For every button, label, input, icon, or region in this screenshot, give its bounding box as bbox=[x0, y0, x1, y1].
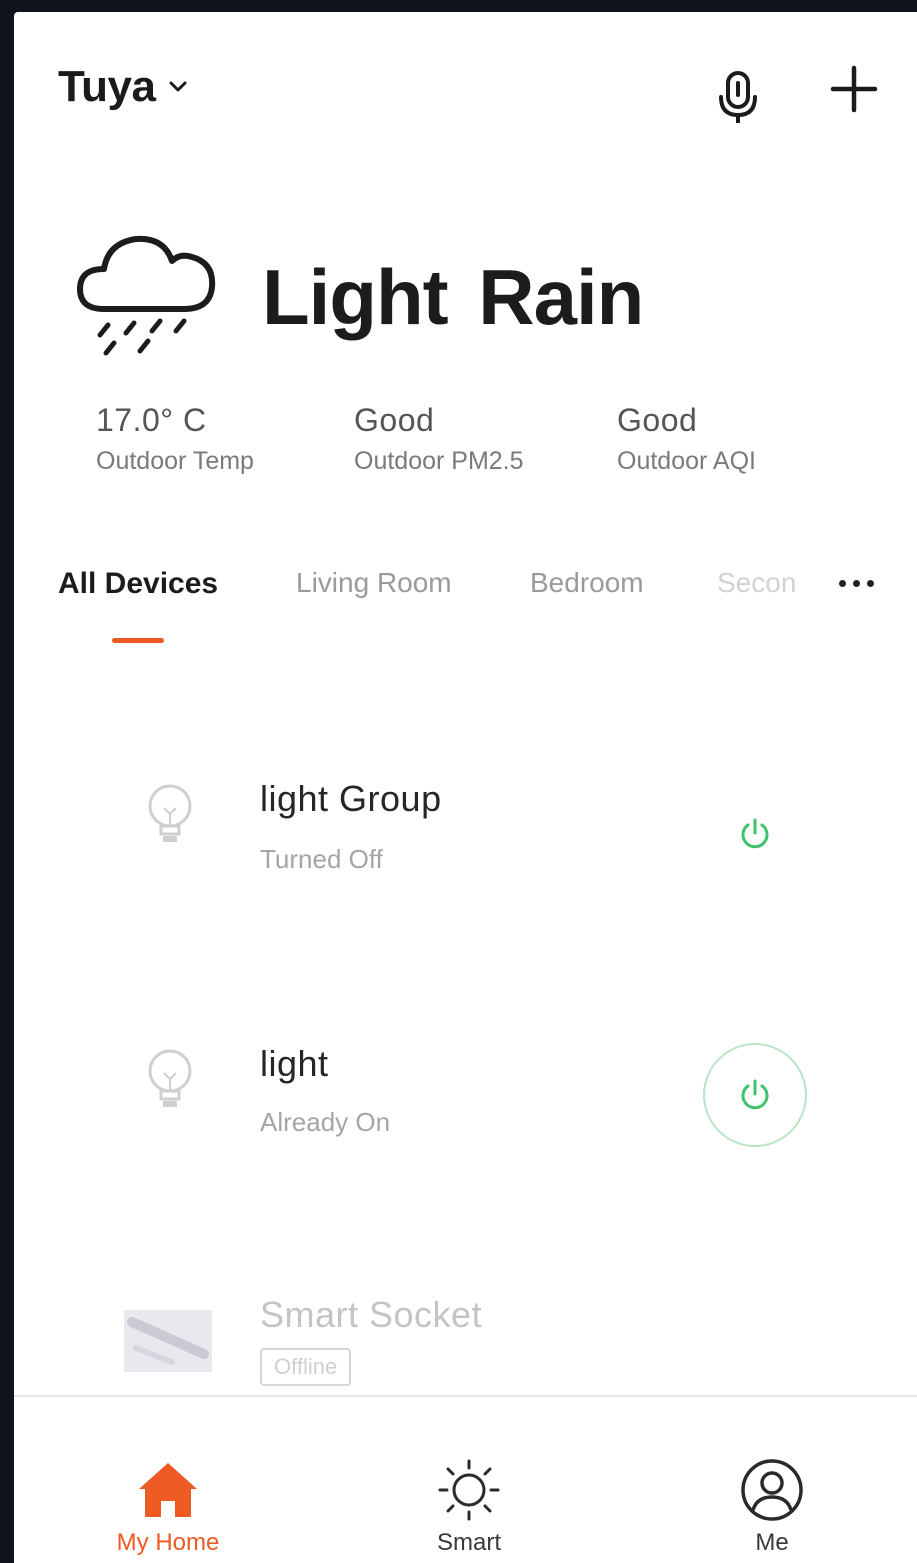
home-selector[interactable]: Tuya bbox=[58, 62, 189, 112]
home-name: Tuya bbox=[58, 62, 156, 111]
more-dots-icon[interactable] bbox=[828, 568, 884, 598]
tab-all-devices[interactable]: All Devices bbox=[58, 567, 218, 601]
nav-label: Smart bbox=[436, 1529, 501, 1556]
nav-me[interactable]: Me bbox=[692, 1455, 852, 1557]
outdoor-aqi-stat: Good Outdoor AQI bbox=[617, 402, 756, 476]
stat-value: 17.0° C bbox=[96, 402, 207, 438]
device-name: Smart Socket bbox=[260, 1294, 483, 1335]
power-icon bbox=[741, 1079, 769, 1110]
voice-button[interactable] bbox=[710, 67, 766, 127]
bulb-icon bbox=[148, 784, 192, 842]
weather-condition: Light Rain bbox=[262, 253, 644, 341]
bulb-icon bbox=[148, 1049, 192, 1107]
device-frame: Tuya Light Rain 17.0° C Outdoor Temp Goo… bbox=[0, 0, 917, 1563]
stat-label: Outdoor Temp bbox=[96, 447, 254, 475]
power-toggle-button[interactable] bbox=[703, 1043, 807, 1147]
socket-image bbox=[124, 1310, 212, 1372]
chevron-down-icon bbox=[169, 81, 187, 92]
microphone-icon bbox=[719, 71, 757, 123]
nav-my-home[interactable]: My Home bbox=[88, 1455, 248, 1557]
device-row-light[interactable]: light Already On bbox=[14, 997, 917, 1177]
plus-icon bbox=[830, 65, 878, 113]
device-name: light bbox=[260, 1043, 329, 1084]
tab-living-room[interactable]: Living Room bbox=[296, 567, 452, 599]
power-toggle-button[interactable] bbox=[703, 782, 807, 886]
home-icon bbox=[139, 1463, 197, 1517]
stat-label: Outdoor PM2.5 bbox=[354, 447, 524, 475]
device-status: Already On bbox=[260, 1107, 391, 1137]
outdoor-temp-stat: 17.0° C Outdoor Temp bbox=[96, 402, 254, 476]
user-icon bbox=[741, 1459, 803, 1521]
nav-smart[interactable]: Smart bbox=[389, 1455, 549, 1557]
device-status: Turned Off bbox=[260, 844, 383, 874]
device-row-light-group[interactable]: light Group Turned Off bbox=[14, 732, 917, 912]
stat-value: Good bbox=[617, 402, 698, 438]
outdoor-pm25-stat: Good Outdoor PM2.5 bbox=[354, 402, 524, 476]
active-tab-indicator bbox=[112, 638, 164, 643]
add-device-button[interactable] bbox=[822, 57, 886, 121]
offline-badge: Offline bbox=[260, 1348, 352, 1386]
bottom-nav: My Home Smart Me bbox=[14, 1395, 917, 1563]
tab-second[interactable]: Secon bbox=[717, 567, 805, 599]
tab-bedroom[interactable]: Bedroom bbox=[530, 567, 644, 599]
room-tabs: All Devices Living Room Bedroom Secon bbox=[14, 567, 917, 627]
app-screen: Tuya Light Rain 17.0° C Outdoor Temp Goo… bbox=[14, 12, 917, 1563]
stat-label: Outdoor AQI bbox=[617, 447, 756, 475]
power-icon bbox=[741, 818, 769, 849]
sun-icon bbox=[438, 1459, 500, 1521]
device-name: light Group bbox=[260, 778, 442, 819]
rain-cloud-icon bbox=[77, 235, 216, 356]
stat-value: Good bbox=[354, 402, 435, 438]
nav-label: My Home bbox=[116, 1529, 220, 1556]
top-bar: Tuya bbox=[14, 12, 917, 162]
nav-label: Me bbox=[755, 1529, 789, 1556]
